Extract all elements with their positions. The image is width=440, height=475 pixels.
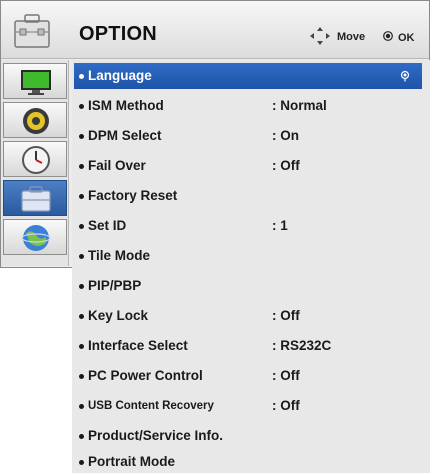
header-bar: OPTION Move OK <box>1 1 429 59</box>
bullet-icon <box>79 194 84 199</box>
menu-item-label: PC Power Control <box>88 368 203 383</box>
menu-item-label: ISM Method <box>88 98 164 113</box>
enter-icon <box>400 70 410 82</box>
bullet-icon <box>79 104 84 109</box>
bullet-icon <box>79 134 84 139</box>
menu-item-language[interactable]: Language <box>74 63 422 89</box>
menu-item-value: : Off <box>272 308 300 323</box>
menu-item-value: : Normal <box>272 98 327 113</box>
globe-icon <box>21 225 51 251</box>
clock-icon <box>22 146 50 174</box>
menu-item-label: DPM Select <box>88 128 162 143</box>
bullet-icon <box>79 404 84 409</box>
menu-item-label: Interface Select <box>88 338 188 353</box>
menu-item-label: Set ID <box>88 218 127 233</box>
menu-item-interface-select[interactable]: Interface Select : RS232C <box>74 333 422 359</box>
move-hint-label: Move <box>337 31 366 43</box>
bullet-icon <box>79 164 84 169</box>
sidebar-item-time[interactable] <box>3 141 67 177</box>
menu-item-key-lock[interactable]: Key Lock : Off <box>74 303 422 329</box>
bullet-icon <box>79 224 84 229</box>
menu-item-dpm-select[interactable]: DPM Select : On <box>74 123 422 149</box>
menu-item-label: Fail Over <box>88 158 146 173</box>
sidebar-item-network[interactable] <box>3 219 67 255</box>
sidebar-item-audio[interactable] <box>3 102 67 138</box>
bullet-icon <box>79 344 84 349</box>
move-arrows-icon <box>310 27 330 45</box>
menu-item-value: : On <box>272 128 299 143</box>
menu-item-value: : Off <box>272 398 300 413</box>
menu-item-usb-content-recovery[interactable]: USB Content Recovery : Off <box>74 393 422 419</box>
page-title: OPTION <box>79 23 157 45</box>
menu-item-label: PIP/PBP <box>88 278 142 293</box>
menu-item-value: : Off <box>272 368 300 383</box>
category-sidebar <box>1 60 69 266</box>
menu-item-set-id[interactable]: Set ID : 1 <box>74 213 422 239</box>
ok-hint-label: OK <box>398 32 415 44</box>
sidebar-item-picture[interactable] <box>3 63 67 99</box>
bullet-icon <box>79 460 84 465</box>
bullet-icon <box>79 254 84 259</box>
menu-item-label: Tile Mode <box>88 248 151 263</box>
sidebar-item-option[interactable] <box>3 180 67 216</box>
menu-item-ism-method[interactable]: ISM Method : Normal <box>74 93 422 119</box>
menu-item-value: : Off <box>272 158 300 173</box>
menu-item-product-service-info[interactable]: Product/Service Info. <box>74 423 422 449</box>
menu-item-factory-reset[interactable]: Factory Reset <box>74 183 422 209</box>
bullet-icon <box>79 74 84 79</box>
menu-item-tile-mode[interactable]: Tile Mode <box>74 243 422 269</box>
menu-item-value: : 1 <box>272 218 288 233</box>
bullet-icon <box>79 374 84 379</box>
menu-item-value: : RS232C <box>272 338 332 353</box>
menu-item-fail-over[interactable]: Fail Over : Off <box>74 153 422 179</box>
menu-item-label: Language <box>88 68 152 83</box>
menu-item-label: USB Content Recovery <box>88 400 214 412</box>
menu-item-label: Portrait Mode <box>88 454 176 469</box>
speaker-icon <box>23 108 49 134</box>
menu-item-pip-pbp[interactable]: PIP/PBP <box>74 273 422 299</box>
bullet-icon <box>79 434 84 439</box>
menu-item-pc-power-control[interactable]: PC Power Control : Off <box>74 363 422 389</box>
monitor-icon <box>21 70 51 95</box>
toolbox-icon <box>21 186 51 212</box>
menu-item-label: Key Lock <box>88 308 149 323</box>
ok-button-icon <box>383 31 393 41</box>
bullet-icon <box>79 284 84 289</box>
menu-item-portrait-mode[interactable]: Portrait Mode <box>74 449 422 475</box>
toolbox-icon <box>14 14 50 48</box>
bullet-icon <box>79 314 84 319</box>
menu-item-label: Product/Service Info. <box>88 428 224 443</box>
menu-item-label: Factory Reset <box>88 188 178 203</box>
